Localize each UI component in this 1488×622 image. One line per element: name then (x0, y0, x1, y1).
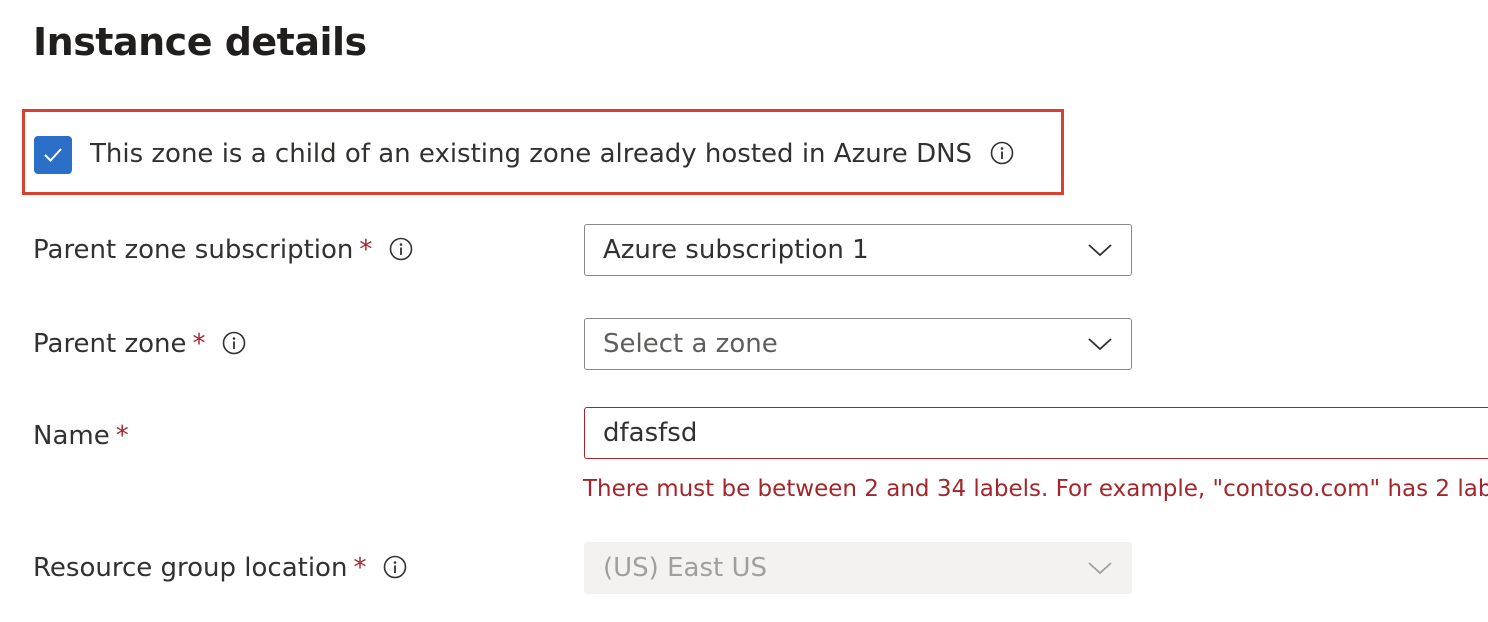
required-marker: * (353, 553, 367, 583)
parent-subscription-label: Parent zone subscription * (33, 235, 413, 265)
parent-subscription-dropdown[interactable]: Azure subscription 1 (584, 224, 1132, 276)
name-label: Name * (33, 421, 129, 451)
child-zone-label: This zone is a child of an existing zone… (90, 139, 1014, 169)
name-label-text: Name (33, 421, 110, 451)
resource-group-location-label-text: Resource group location (33, 553, 348, 583)
checkmark-icon (44, 148, 62, 162)
name-error-message: There must be between 2 and 34 labels. F… (583, 476, 1488, 502)
required-marker: * (359, 235, 373, 265)
info-icon[interactable] (990, 141, 1014, 165)
chevron-down-icon (1088, 338, 1112, 351)
required-marker: * (115, 421, 129, 451)
section-title: Instance details (33, 20, 367, 64)
parent-subscription-value: Azure subscription 1 (603, 235, 869, 265)
name-input[interactable] (584, 407, 1488, 459)
chevron-down-icon (1088, 562, 1112, 575)
resource-group-location-label: Resource group location * (33, 553, 407, 583)
parent-zone-label-text: Parent zone (33, 329, 187, 359)
required-marker: * (192, 329, 206, 359)
resource-group-location-dropdown: (US) East US (584, 542, 1132, 594)
parent-zone-placeholder: Select a zone (603, 329, 778, 359)
child-zone-checkbox[interactable] (34, 136, 72, 174)
child-zone-label-text: This zone is a child of an existing zone… (90, 139, 973, 169)
parent-subscription-label-text: Parent zone subscription (33, 235, 354, 265)
info-icon[interactable] (389, 237, 413, 261)
chevron-down-icon (1088, 244, 1112, 257)
info-icon[interactable] (383, 555, 407, 579)
parent-zone-label: Parent zone * (33, 329, 246, 359)
parent-zone-dropdown[interactable]: Select a zone (584, 318, 1132, 370)
info-icon[interactable] (222, 331, 246, 355)
resource-group-location-value: (US) East US (603, 553, 767, 583)
